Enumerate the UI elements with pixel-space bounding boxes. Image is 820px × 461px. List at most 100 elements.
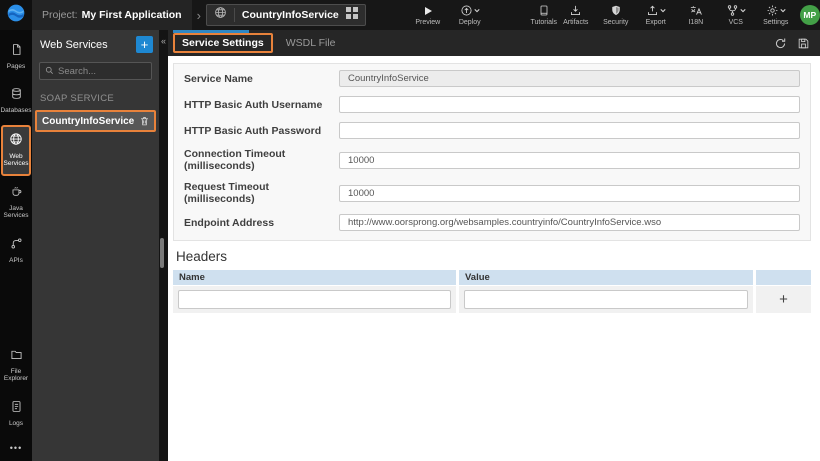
- sidebar-item-file-explorer[interactable]: File Explorer: [1, 341, 31, 391]
- form-row: Connection Timeout (milliseconds): [184, 148, 800, 172]
- sidebar-more-button[interactable]: •••: [10, 437, 22, 461]
- header-name-input[interactable]: [178, 290, 451, 309]
- service-list-item-countryinfoservice[interactable]: CountryInfoService: [35, 110, 156, 132]
- sidebar-item-databases[interactable]: Databases: [0, 80, 32, 122]
- http-basic-auth-password-field[interactable]: [339, 122, 800, 139]
- soap-service-section-label: SOAP SERVICE: [40, 93, 115, 104]
- book-icon: [538, 4, 550, 17]
- export-label: Export: [645, 19, 666, 26]
- sidebar-item-label: Java Services: [3, 204, 29, 220]
- connection-timeout-label: Connection Timeout (milliseconds): [184, 148, 286, 172]
- refresh-icon[interactable]: [774, 37, 787, 50]
- deploy-icon: [460, 4, 480, 17]
- vcs-button[interactable]: VCS: [720, 4, 752, 26]
- deploy-button[interactable]: Deploy: [454, 4, 486, 26]
- icon-sidebar: Pages Databases Web Services Java Servic…: [0, 30, 32, 461]
- globe-icon: [9, 132, 23, 151]
- wavemaker-logo-icon: [6, 3, 26, 28]
- api-icon: [10, 237, 23, 255]
- panel-scrollbar[interactable]: [160, 238, 164, 268]
- folder-icon: [10, 348, 23, 366]
- vcs-label: VCS: [728, 19, 743, 26]
- app-logo[interactable]: [0, 0, 32, 30]
- database-icon: [10, 87, 23, 105]
- project-breadcrumb[interactable]: Project: My First Application: [32, 0, 192, 30]
- save-icon[interactable]: [797, 37, 810, 50]
- add-service-button[interactable]: +: [136, 36, 153, 53]
- tab-divider: [233, 8, 235, 22]
- form-row: Service Name: [184, 70, 800, 87]
- project-label: Project:: [42, 9, 78, 21]
- download-icon: [569, 4, 582, 17]
- translate-icon: [689, 4, 703, 17]
- connection-timeout-field[interactable]: [339, 151, 800, 169]
- form-row: HTTP Basic Auth Username: [184, 96, 800, 113]
- sidebar-item-label: Databases: [0, 107, 32, 115]
- topbar: Project: My First Application › CountryI…: [0, 0, 820, 30]
- branch-icon: [726, 4, 746, 17]
- tutorials-button[interactable]: Tutorials: [528, 4, 560, 26]
- project-name: My First Application: [81, 9, 182, 21]
- globe-icon: [214, 6, 227, 24]
- form-row: Request Timeout (milliseconds): [184, 181, 800, 205]
- service-settings-content: Service Name HTTP Basic Auth Username HT…: [168, 56, 820, 461]
- tab-service-settings[interactable]: Service Settings: [173, 33, 273, 53]
- artifacts-label: Artifacts: [563, 19, 589, 26]
- sidebar-item-label: Logs: [8, 419, 24, 427]
- deploy-label: Deploy: [458, 19, 481, 26]
- add-header-button[interactable]: +: [761, 292, 806, 307]
- grid-icon[interactable]: [345, 6, 358, 24]
- preview-button[interactable]: Preview: [412, 5, 444, 26]
- sidebar-item-label: APIs: [9, 256, 23, 264]
- export-button[interactable]: Export: [640, 4, 672, 26]
- headers-table-head: Name Value: [173, 270, 811, 285]
- service-search[interactable]: [39, 62, 152, 80]
- user-avatar[interactable]: MP: [799, 5, 820, 25]
- collapse-panel-button[interactable]: «: [159, 34, 168, 48]
- security-button[interactable]: Security: [600, 4, 632, 26]
- http-basic-auth-username-label: HTTP Basic Auth Username: [184, 98, 323, 111]
- panel-title: Web Services: [40, 38, 108, 51]
- sidebar-item-java-services[interactable]: Java Services: [1, 178, 31, 228]
- endpoint-address-label: Endpoint Address: [184, 216, 275, 229]
- service-settings-form: Service Name HTTP Basic Auth Username HT…: [173, 63, 811, 241]
- active-tab-indicator: [173, 30, 249, 33]
- page-icon: [10, 43, 23, 61]
- preview-label: Preview: [415, 18, 441, 26]
- i18n-button[interactable]: I18N: [680, 4, 712, 26]
- tutorials-label: Tutorials: [530, 19, 558, 26]
- upload-icon: [646, 4, 666, 17]
- column-header-name: Name: [173, 270, 456, 285]
- settings-label: Settings: [763, 19, 789, 26]
- search-icon: [45, 62, 54, 80]
- sidebar-item-label: Web Services: [3, 152, 29, 168]
- search-input[interactable]: [58, 65, 146, 77]
- service-name-field: [339, 70, 800, 87]
- web-services-panel: Web Services + SOAP SERVICE CountryInfoS…: [32, 30, 159, 461]
- http-basic-auth-username-field[interactable]: [339, 96, 800, 113]
- header-value-input[interactable]: [464, 290, 748, 309]
- open-service-tab[interactable]: CountryInfoService: [205, 4, 366, 26]
- endpoint-address-field[interactable]: [339, 214, 800, 231]
- tab-wsdl-file[interactable]: WSDL File: [286, 37, 336, 49]
- request-timeout-field[interactable]: [339, 184, 800, 202]
- service-tabbar: Service Settings WSDL File: [168, 30, 820, 56]
- sidebar-item-apis[interactable]: APIs: [1, 230, 31, 272]
- artifacts-button[interactable]: Artifacts: [560, 4, 592, 26]
- headers-table: Name Value +: [173, 270, 811, 313]
- chevron-down-icon: [740, 8, 746, 13]
- breadcrumb-chevron: ›: [196, 7, 201, 23]
- http-basic-auth-password-label: HTTP Basic Auth Password: [184, 124, 322, 137]
- security-label: Security: [603, 19, 629, 26]
- request-timeout-label: Request Timeout (milliseconds): [184, 181, 269, 205]
- service-tab-label: CountryInfoService: [241, 9, 339, 21]
- play-icon: [422, 5, 434, 17]
- sidebar-item-pages[interactable]: Pages: [1, 36, 31, 78]
- settings-button[interactable]: Settings: [760, 4, 792, 26]
- i18n-label: I18N: [688, 19, 704, 26]
- chevron-down-icon: [660, 8, 666, 13]
- headers-table-row: +: [173, 286, 811, 313]
- sidebar-item-web-services[interactable]: Web Services: [1, 124, 31, 176]
- sidebar-item-logs[interactable]: Logs: [1, 393, 31, 435]
- trash-icon[interactable]: [139, 115, 150, 127]
